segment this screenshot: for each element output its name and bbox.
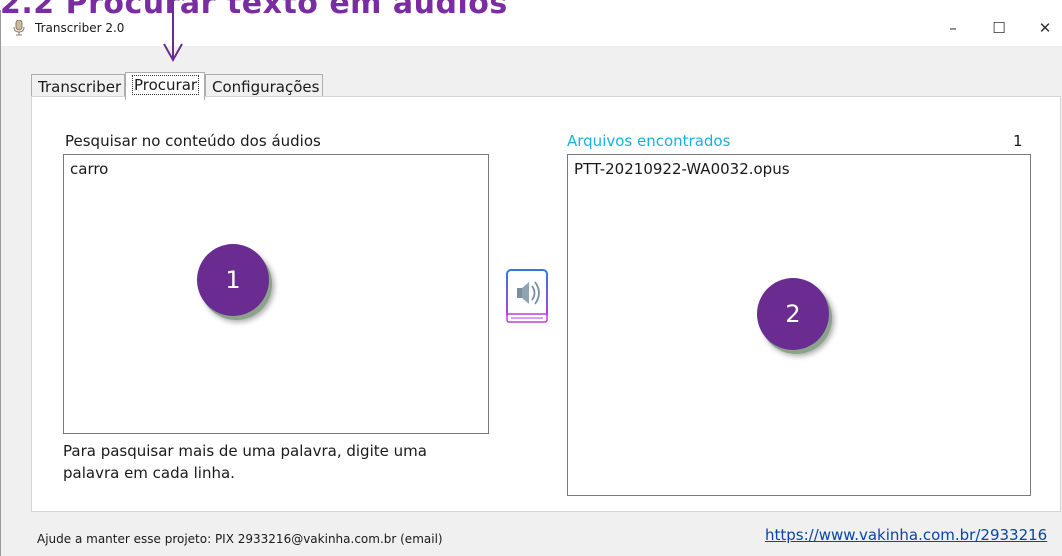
tab-label: Procurar — [132, 75, 200, 95]
footer-donation-text: Ajude a manter esse projeto: PIX 2933216… — [37, 532, 443, 546]
window-title: Transcriber 2.0 — [35, 21, 125, 35]
results-count: 1 — [1013, 132, 1023, 150]
donation-link[interactable]: https://www.vakinha.com.br/2933216 — [765, 526, 1047, 544]
tab-procurar[interactable]: Procurar — [125, 72, 205, 100]
results-list-item[interactable]: PTT-20210922-WA0032.opus — [574, 160, 790, 178]
step-badge-1: 1 — [197, 244, 269, 316]
search-textarea[interactable]: carro — [63, 154, 489, 434]
tutorial-heading: 2.2 Procurar texto em áudios — [0, 0, 508, 21]
search-button[interactable] — [505, 268, 549, 326]
search-textarea-value: carro — [70, 160, 109, 178]
results-label: Arquivos encontrados — [567, 132, 731, 150]
search-hint-line-2: palavra em cada linha. — [63, 464, 235, 482]
tab-label: Transcriber — [38, 78, 122, 96]
step-badge-2: 2 — [757, 278, 829, 350]
tab-label: Configurações — [212, 78, 320, 96]
tab-transcriber[interactable]: Transcriber — [31, 74, 125, 97]
app-window: Transcriber 2.0 – ☐ ✕ Transcriber Procur… — [0, 10, 1062, 556]
close-button[interactable]: ✕ — [1025, 16, 1062, 40]
search-label: Pesquisar no conteúdo dos áudios — [65, 132, 321, 150]
microphone-icon — [13, 20, 25, 36]
maximize-button[interactable]: ☐ — [979, 16, 1019, 40]
tab-configuracoes[interactable]: Configurações — [205, 74, 323, 97]
search-hint-line-1: Para pasquisar mais de uma palavra, digi… — [63, 442, 427, 460]
annotation-arrow — [163, 0, 183, 63]
minimize-button[interactable]: – — [933, 16, 973, 40]
